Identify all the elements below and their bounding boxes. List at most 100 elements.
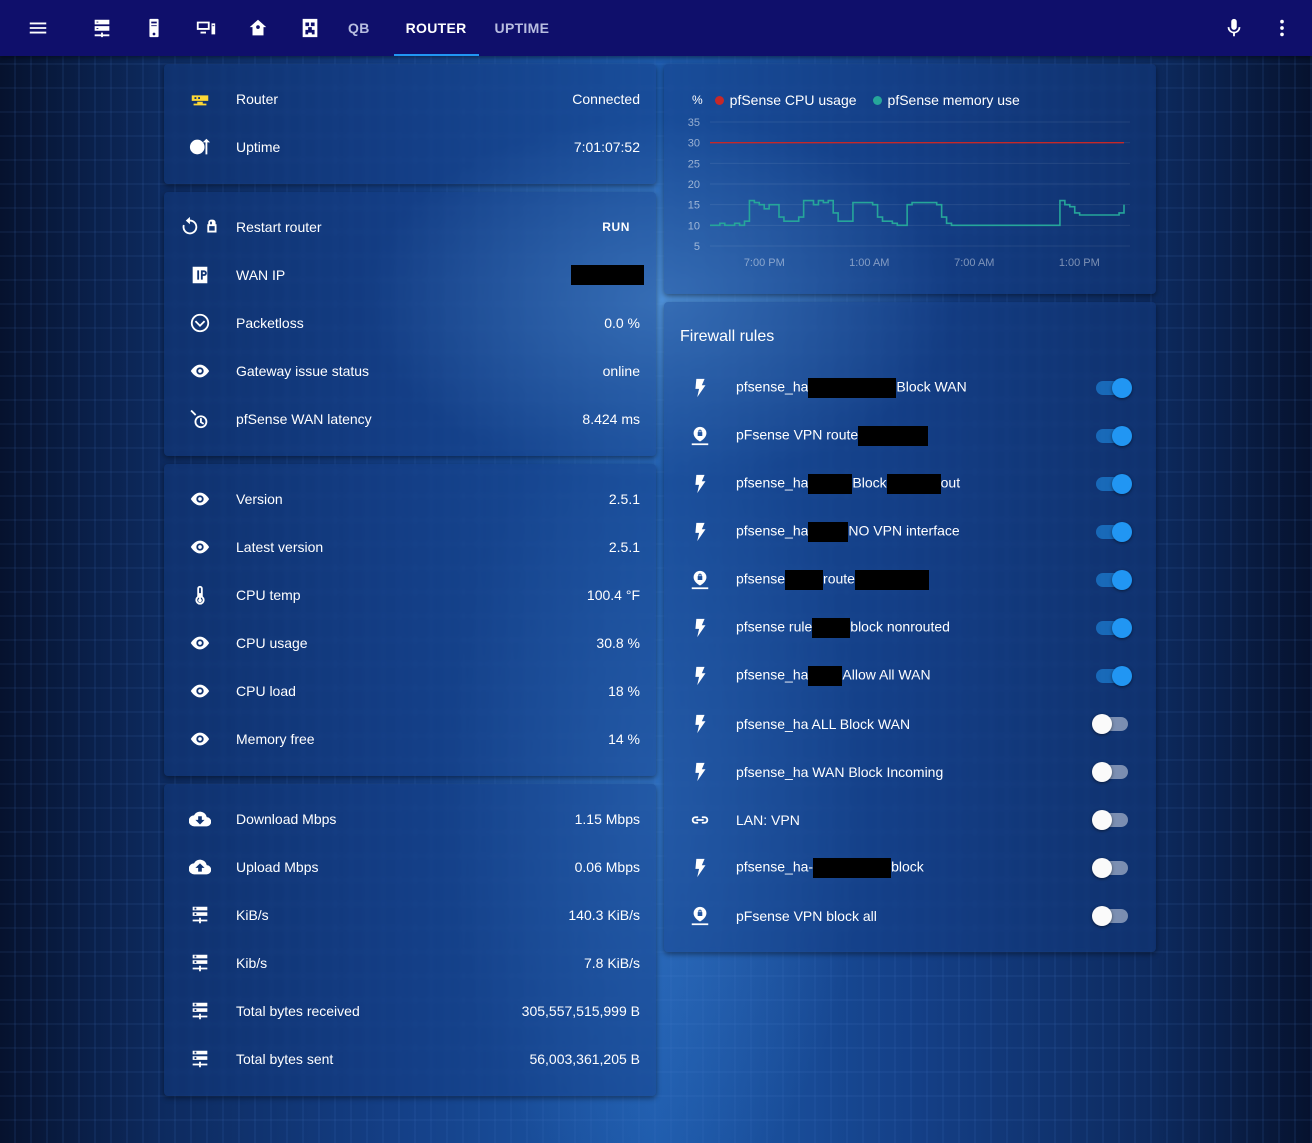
firewall-rule-row[interactable]: LAN: VPN [664, 796, 1156, 844]
firewall-rule-row[interactable]: pfsense_ha Allow All WAN [664, 652, 1156, 700]
tab-uptime[interactable]: UPTIME [483, 0, 562, 56]
rule-toggle-switch[interactable] [1092, 616, 1132, 640]
memory-free-row[interactable]: Memory free 14 % [164, 715, 656, 763]
version-row[interactable]: Version 2.5.1 [164, 475, 656, 523]
eye-icon [164, 619, 236, 667]
flash-icon [664, 460, 736, 508]
rule-toggle-switch[interactable] [1092, 760, 1132, 784]
bytes-received-row[interactable]: Total bytes received 305,557,515,999 B [164, 987, 656, 1035]
rule-toggle-switch[interactable] [1092, 472, 1132, 496]
rule-toggle-switch[interactable] [1092, 904, 1132, 928]
rule-toggle-switch[interactable] [1092, 712, 1132, 736]
firewall-rule-row[interactable]: pfsense route [664, 556, 1156, 604]
rule-toggle-switch[interactable] [1092, 856, 1132, 880]
rule-toggle-switch[interactable] [1092, 568, 1132, 592]
cpu-usage-row[interactable]: CPU usage 30.8 % [164, 619, 656, 667]
wan-latency-label: pfSense WAN latency [236, 411, 372, 427]
latest-version-row[interactable]: Latest version 2.5.1 [164, 523, 656, 571]
redaction-block [813, 858, 892, 878]
firewall-rule-text: pfsense [736, 570, 786, 587]
firewall-rule-text: Allow All WAN [842, 666, 931, 683]
firewall-rule-text: pfsense_ha [736, 474, 809, 491]
tab-router[interactable]: ROUTER [393, 0, 479, 56]
firewall-rule-text: LAN: VPN [736, 812, 800, 828]
firewall-rule-text: NO VPN interface [848, 522, 960, 539]
download-row[interactable]: Download Mbps 1.15 Mbps [164, 795, 656, 843]
y-tick-label: 20 [688, 179, 700, 191]
gateway-status-row[interactable]: Gateway issue status online [164, 347, 656, 395]
rule-toggle-switch[interactable] [1092, 424, 1132, 448]
rule-toggle-switch[interactable] [1092, 808, 1132, 832]
eye-icon [164, 667, 236, 715]
app-toolbar: QB ROUTER UPTIME [0, 0, 1312, 56]
history-chart[interactable]: 35 30 25 20 15 10 5 7:00 PM 1:00 AM 7:00 AM 1:00 P… [664, 64, 1156, 294]
firewall-rule-row[interactable]: pfsense_ha Block WAN [664, 364, 1156, 412]
router-row[interactable]: Router Connected [164, 75, 656, 123]
firewall-rule-row[interactable]: pfsense_ha ALL Block WAN [664, 700, 1156, 748]
firewall-rule-row[interactable]: pfsense_ha NO VPN interface [664, 508, 1156, 556]
redaction-block [808, 474, 853, 494]
eye-icon [164, 475, 236, 523]
wan-ip-row[interactable]: WAN IP [164, 251, 656, 299]
tab-qb[interactable]: QB [336, 0, 382, 56]
packetloss-value: 0.0 % [604, 315, 640, 331]
desktop-tower-icon[interactable] [128, 0, 180, 56]
kibs-lower-value: 7.8 KiB/s [583, 955, 640, 971]
toggle-thumb [1112, 378, 1132, 398]
cpu-load-label: CPU load [236, 683, 296, 699]
home-network-icon[interactable] [232, 0, 284, 56]
x-tick-label: 7:00 PM [744, 257, 785, 269]
rule-toggle-switch[interactable] [1092, 520, 1132, 544]
firewall-rule-text: pfsense_ha- [736, 858, 814, 875]
kibs-row[interactable]: KiB/s 140.3 KiB/s [164, 891, 656, 939]
bytes-sent-row[interactable]: Total bytes sent 56,003,361,205 B [164, 1035, 656, 1083]
kibs-lower-row[interactable]: Kib/s 7.8 KiB/s [164, 939, 656, 987]
run-button[interactable]: RUN [590, 212, 656, 242]
firewall-rule-text: pfsense_ha [736, 666, 809, 683]
firewall-rule-row[interactable]: pFsense VPN route [664, 412, 1156, 460]
packetloss-row[interactable]: Packetloss 0.0 % [164, 299, 656, 347]
redaction-block [808, 378, 897, 398]
cpu-temp-row[interactable]: CPU temp 100.4 °F [164, 571, 656, 619]
rule-toggle-switch[interactable] [1092, 664, 1132, 688]
thermometer-icon [164, 571, 236, 619]
server-network-icon[interactable] [76, 0, 128, 56]
cpu-temp-value: 100.4 °F [586, 587, 640, 603]
menu-icon[interactable] [0, 0, 76, 56]
firewall-rule-text: pfsense_ha ALL Block WAN [736, 716, 911, 732]
firewall-rule-text: pFsense VPN block all [736, 908, 877, 924]
uptime-row[interactable]: Uptime 7:01:07:52 [164, 123, 656, 171]
minecraft-icon[interactable] [284, 0, 336, 56]
firewall-rule-row[interactable]: pFsense VPN block all [664, 892, 1156, 940]
history-chart-card: % pfSense CPU usage pfSense memory use 3… [664, 64, 1156, 294]
vpn-icon [664, 892, 736, 940]
uptime-label: Uptime [236, 139, 281, 155]
toggle-thumb [1092, 858, 1112, 878]
rule-toggle-switch[interactable] [1092, 376, 1132, 400]
upload-label: Upload Mbps [236, 859, 319, 875]
bytes-received-label: Total bytes received [236, 1003, 360, 1019]
toggle-thumb [1092, 810, 1112, 830]
firewall-rule-text: pfsense_ha WAN Block Incoming [736, 764, 944, 780]
firewall-rule-row[interactable]: pfsense_ha-block [664, 844, 1156, 892]
restart-lock-icon [164, 203, 236, 251]
cpu-temp-label: CPU temp [236, 587, 301, 603]
link-icon [664, 796, 736, 844]
firewall-rule-label: pFsense VPN block all [736, 908, 1092, 924]
kibs-lower-label: Kib/s [236, 955, 268, 971]
firewall-rule-row[interactable]: pfsense_ha WAN Block Incoming [664, 748, 1156, 796]
firewall-rule-text: pfsense_ha [736, 522, 809, 539]
monitor-devices-icon[interactable] [180, 0, 232, 56]
wan-latency-value: 8.424 ms [582, 411, 640, 427]
firewall-rule-row[interactable]: pfsense_ha Block out [664, 460, 1156, 508]
vpn-icon [664, 412, 736, 460]
upload-row[interactable]: Upload Mbps 0.06 Mbps [164, 843, 656, 891]
wan-latency-row[interactable]: pfSense WAN latency 8.424 ms [164, 395, 656, 443]
firewall-rule-label: pfsense_ha Block WAN [736, 378, 1092, 398]
firewall-rule-text: block [891, 858, 924, 875]
more-vert-icon[interactable] [1258, 0, 1306, 56]
flash-icon [664, 748, 736, 796]
firewall-rule-row[interactable]: pfsense rule block nonrouted [664, 604, 1156, 652]
cpu-load-row[interactable]: CPU load 18 % [164, 667, 656, 715]
microphone-icon[interactable] [1210, 0, 1258, 56]
